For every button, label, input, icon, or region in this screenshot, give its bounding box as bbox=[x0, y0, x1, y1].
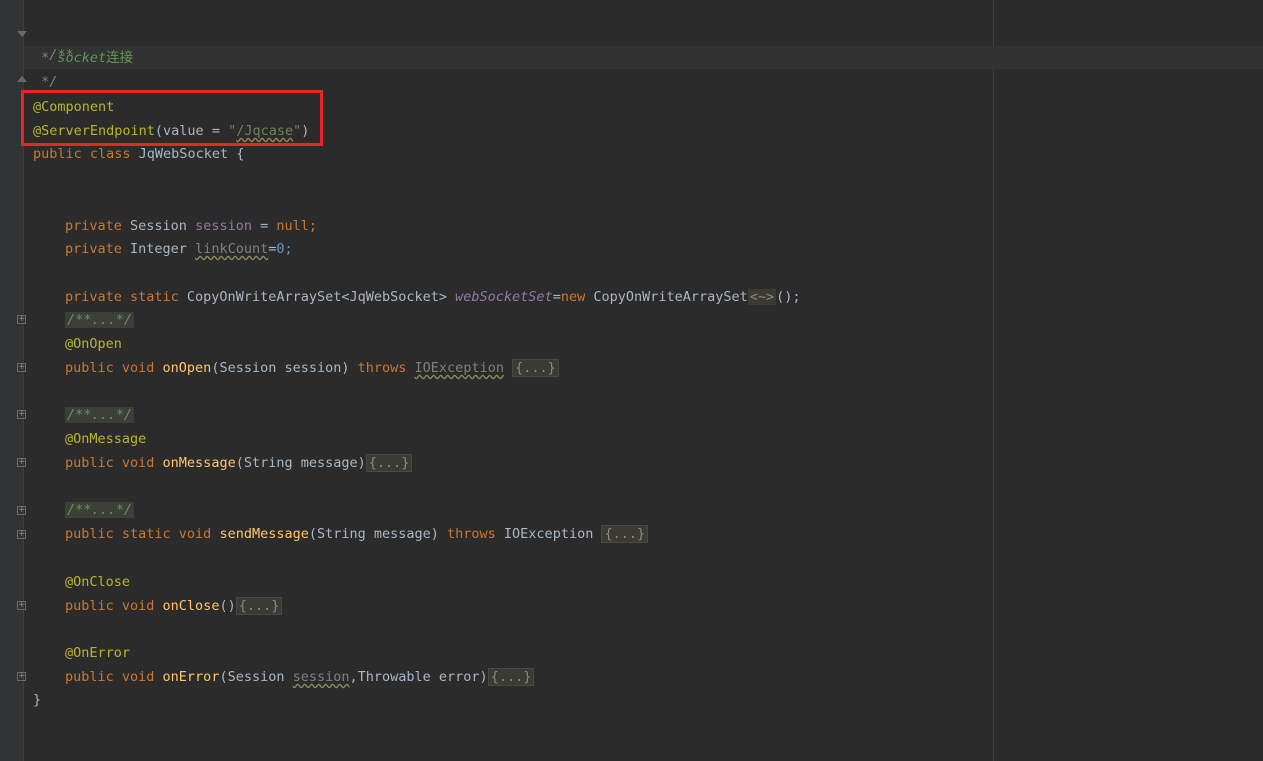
folded-method-body[interactable]: {...} bbox=[487, 668, 535, 686]
keyword: public void bbox=[65, 360, 163, 376]
keyword: throws bbox=[357, 360, 415, 376]
fold-collapse-icon[interactable] bbox=[17, 31, 27, 37]
params: (Session session) bbox=[211, 360, 358, 376]
type: CopyOnWriteArraySet<JqWebSocket> bbox=[186, 289, 456, 305]
params: ,Throwable error) bbox=[349, 669, 488, 685]
doc-comment: */ bbox=[33, 74, 58, 90]
class-name: JqWebSocket { bbox=[138, 146, 245, 162]
right-margin-guide bbox=[993, 0, 994, 761]
call-end: (); bbox=[776, 289, 801, 305]
field-name: session bbox=[195, 218, 252, 234]
code-line[interactable]: @OnMessage bbox=[65, 429, 146, 449]
folded-method-body[interactable]: {...} bbox=[601, 525, 649, 543]
fold-expand-icon[interactable]: + bbox=[17, 506, 26, 515]
keyword: public void bbox=[65, 669, 163, 685]
code-line[interactable]: /**...*/ bbox=[65, 405, 135, 425]
keyword: private bbox=[65, 241, 131, 257]
doc-comment-word: socket bbox=[57, 50, 107, 66]
fold-expand-icon[interactable]: + bbox=[17, 672, 26, 681]
diamond-fold[interactable]: <~> bbox=[747, 289, 777, 305]
code-line[interactable]: private Session session = null; bbox=[65, 216, 317, 236]
unused-field-name: linkCount bbox=[195, 241, 269, 257]
code-line[interactable]: @OnError bbox=[65, 643, 130, 663]
exception-type: IOException bbox=[414, 360, 504, 376]
code-line[interactable]: @OnClose bbox=[65, 572, 130, 592]
editor-gutter[interactable] bbox=[0, 0, 23, 761]
highlight-annotation-box bbox=[21, 90, 323, 146]
params: (String message) bbox=[308, 526, 448, 542]
method-name: onClose bbox=[162, 598, 220, 614]
keyword: public class bbox=[33, 146, 139, 162]
code-line[interactable]: */ bbox=[33, 72, 57, 92]
folded-method-body[interactable]: {...} bbox=[365, 454, 413, 472]
annotation-onmessage: @OnMessage bbox=[65, 431, 147, 447]
fold-expand-icon[interactable]: + bbox=[17, 601, 26, 610]
fold-end-icon[interactable] bbox=[17, 76, 27, 82]
code-line[interactable]: * socket连接 bbox=[33, 48, 133, 68]
doc-comment: * bbox=[33, 50, 58, 66]
params: (String message) bbox=[235, 455, 366, 471]
params: (Session bbox=[219, 669, 293, 685]
null-literal: null; bbox=[276, 218, 317, 234]
code-line[interactable]: private Integer linkCount=0; bbox=[65, 239, 293, 259]
code-line[interactable]: public class JqWebSocket { bbox=[33, 144, 244, 164]
type: Integer bbox=[130, 241, 196, 257]
code-line[interactable]: public void onClose() {...} bbox=[65, 596, 283, 616]
operator: = bbox=[251, 218, 277, 234]
param-name: session bbox=[292, 669, 350, 685]
code-line[interactable]: public void onMessage(String message) {..… bbox=[65, 453, 413, 473]
operator: = bbox=[552, 289, 561, 305]
keyword: public void bbox=[65, 455, 163, 471]
number-literal: 0; bbox=[276, 241, 293, 257]
code-line[interactable]: public static void sendMessage(String me… bbox=[65, 524, 649, 544]
annotation-onerror: @OnError bbox=[65, 645, 131, 661]
code-line[interactable]: public void onError(Session session,Thro… bbox=[65, 667, 535, 687]
exception-type: IOException bbox=[503, 526, 602, 542]
code-line[interactable]: } bbox=[33, 690, 41, 710]
code-line[interactable]: @OnOpen bbox=[65, 334, 122, 354]
keyword: private static bbox=[65, 289, 187, 305]
fold-expand-icon[interactable]: + bbox=[17, 363, 26, 372]
keyword: private bbox=[65, 218, 131, 234]
keyword: public static void bbox=[65, 526, 220, 542]
constructor: CopyOnWriteArraySet bbox=[593, 289, 748, 305]
folded-method-body[interactable]: {...} bbox=[235, 597, 283, 615]
fold-expand-icon[interactable]: + bbox=[17, 458, 26, 467]
code-line[interactable]: /**...*/ bbox=[65, 310, 135, 330]
params: () bbox=[219, 598, 236, 614]
folded-doc-comment[interactable]: /**...*/ bbox=[65, 312, 135, 328]
folded-doc-comment[interactable]: /**...*/ bbox=[65, 502, 135, 518]
method-name: onOpen bbox=[162, 360, 212, 376]
type: Session bbox=[130, 218, 196, 234]
code-line[interactable]: /**...*/ bbox=[65, 500, 135, 520]
method-name: sendMessage bbox=[219, 526, 309, 542]
folded-doc-comment[interactable]: /**...*/ bbox=[65, 407, 135, 423]
class-close-brace: } bbox=[33, 692, 42, 708]
doc-comment-cn: 连接 bbox=[106, 50, 134, 66]
method-name: onError bbox=[162, 669, 220, 685]
keyword: public void bbox=[65, 598, 163, 614]
annotation-onclose: @OnClose bbox=[65, 574, 131, 590]
keyword: new bbox=[560, 289, 594, 305]
keyword: throws bbox=[447, 526, 504, 542]
fold-expand-icon[interactable]: + bbox=[17, 315, 26, 324]
code-line[interactable]: private static CopyOnWriteArraySet<JqWeb… bbox=[65, 287, 801, 307]
folded-method-body[interactable]: {...} bbox=[512, 359, 559, 377]
fold-expand-icon[interactable]: + bbox=[17, 530, 26, 539]
current-line-highlight bbox=[24, 46, 1263, 69]
fold-expand-icon[interactable]: + bbox=[17, 410, 26, 419]
method-name: onMessage bbox=[162, 455, 236, 471]
annotation-onopen: @OnOpen bbox=[65, 336, 122, 352]
code-line[interactable]: /** bbox=[33, 25, 73, 63]
code-line[interactable]: public void onOpen(Session session) thro… bbox=[65, 358, 559, 378]
static-field-name: webSocketSet bbox=[455, 289, 553, 305]
